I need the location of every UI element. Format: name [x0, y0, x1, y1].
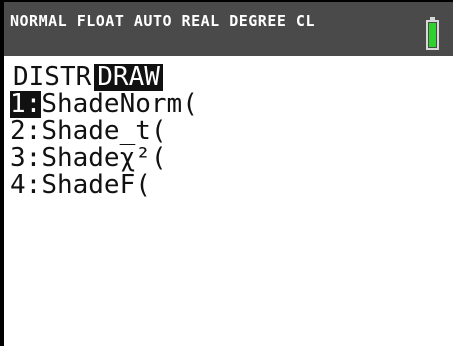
menu-item-label: ShadeNorm(: [41, 89, 198, 119]
menu-item-shadef[interactable]: 4:ShadeF(: [10, 172, 198, 199]
menu-item-shade-chi-squared[interactable]: 3:Shadeχ²(: [10, 145, 198, 172]
menu-item-number: 4:: [10, 170, 42, 200]
status-bar: NORMAL FLOAT AUTO REAL DEGREE CL: [4, 2, 453, 56]
menu-item-label: Shade_t(: [41, 116, 167, 146]
menu-item-number: 1:: [10, 89, 42, 119]
menu-item-shadenorm[interactable]: 1:ShadeNorm(: [10, 91, 198, 118]
menu-item-label: ShadeF(: [41, 170, 151, 200]
menu-item-number: 3:: [10, 143, 42, 173]
status-text: NORMAL FLOAT AUTO REAL DEGREE CL: [10, 12, 315, 30]
menu-tabs: DISTR DRAW: [10, 64, 198, 91]
battery-icon: [426, 17, 439, 50]
menu-item-number: 2:: [10, 116, 42, 146]
tab-distr[interactable]: DISTR: [10, 64, 94, 91]
menu-item-shade-t[interactable]: 2:Shade_t(: [10, 118, 198, 145]
distr-menu: DISTR DRAW 1:ShadeNorm( 2:Shade_t( 3:Shad…: [10, 64, 198, 199]
battery-level: [429, 23, 436, 47]
tab-draw[interactable]: DRAW: [94, 64, 163, 91]
calculator-screen: NORMAL FLOAT AUTO REAL DEGREE CL DISTR DR…: [0, 0, 453, 346]
menu-item-label: Shadeχ²(: [41, 143, 167, 173]
